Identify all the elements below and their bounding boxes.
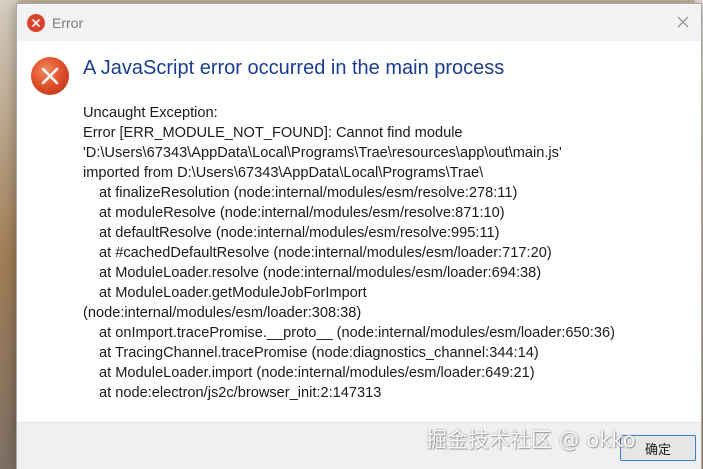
stack-frame: at TracingChannel.tracePromise (node:dia…: [99, 345, 539, 361]
message-line: Uncaught Exception:: [83, 105, 218, 121]
message-line: imported from D:\Users\67343\AppData\Loc…: [83, 165, 484, 181]
error-circle-icon: [31, 57, 69, 95]
stack-frame: at defaultResolve (node:internal/modules…: [99, 225, 500, 241]
stack-frame: at ModuleLoader.getModuleJobForImport: [99, 285, 367, 301]
stack-frame: at onImport.tracePromise.__proto__ (node…: [99, 325, 615, 341]
dialog-footer: 确定: [17, 422, 701, 469]
close-button[interactable]: [669, 8, 697, 36]
error-message: Uncaught Exception: Error [ERR_MODULE_NO…: [83, 103, 693, 403]
dialog-content: A JavaScript error occurred in the main …: [17, 41, 701, 422]
error-heading: A JavaScript error occurred in the main …: [83, 57, 505, 79]
stack-frame-continuation: (node:internal/modules/esm/loader:308:38…: [83, 305, 362, 321]
window-title: Error: [52, 14, 84, 31]
stack-frame: at #cachedDefaultResolve (node:internal/…: [99, 245, 552, 261]
message-line: Error [ERR_MODULE_NOT_FOUND]: Cannot fin…: [83, 125, 463, 141]
stack-frame: at ModuleLoader.import (node:internal/mo…: [99, 365, 535, 381]
ok-button[interactable]: 确定: [620, 435, 696, 461]
error-dialog: Error A JavaScript error occurred in the…: [16, 3, 702, 469]
stack-frame: at moduleResolve (node:internal/modules/…: [99, 205, 505, 221]
stack-frame: at node:electron/js2c/browser_init:2:147…: [99, 385, 382, 401]
error-icon: [27, 13, 45, 32]
title-bar[interactable]: Error: [17, 4, 701, 41]
stack-frame: at finalizeResolution (node:internal/mod…: [99, 185, 518, 201]
close-icon: [677, 16, 689, 28]
stack-frame: at ModuleLoader.resolve (node:internal/m…: [99, 265, 542, 281]
message-line: 'D:\Users\67343\AppData\Local\Programs\T…: [83, 145, 562, 161]
